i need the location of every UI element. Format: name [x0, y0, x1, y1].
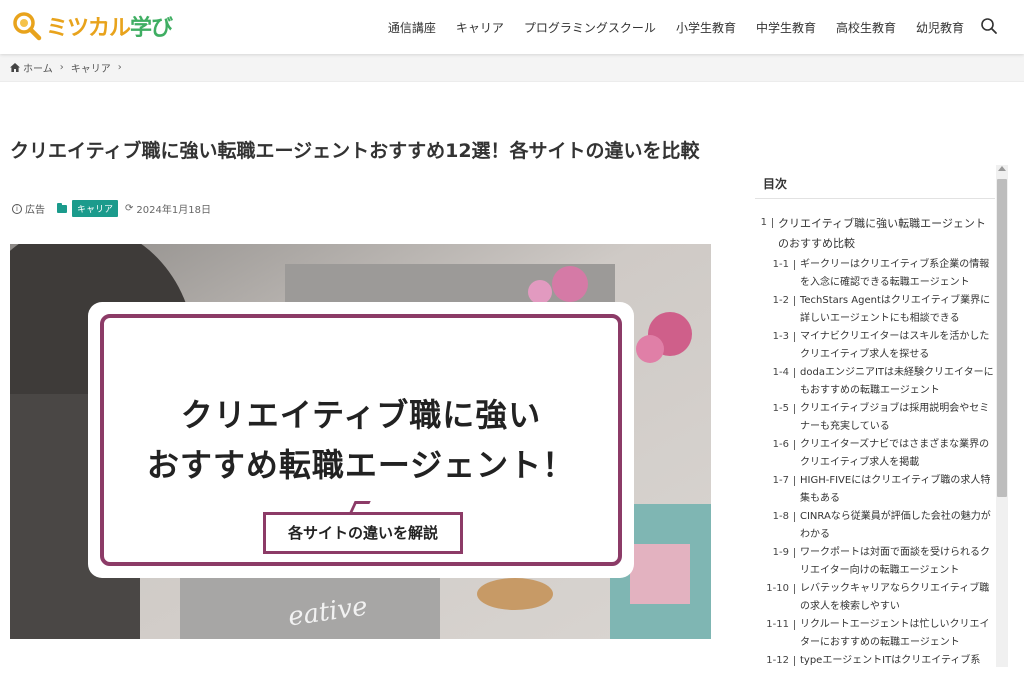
ad-label: i 広告 — [12, 201, 45, 216]
folder-icon — [57, 202, 67, 213]
toc-item[interactable]: 1-7 HIGH-FIVEにはクリエイティブ職の求人特集もある — [755, 472, 996, 508]
logo-text-mitsukaru: ミツカル — [46, 16, 131, 41]
hero-card: クリエイティブ職に強い おすすめ転職エージェント！ 各サイトの違いを解説 — [88, 302, 634, 578]
hero-speech-bubble: 各サイトの違いを解説 — [263, 512, 463, 554]
toc-item[interactable]: 1-10 レバテックキャリアならクリエイティブ職の求人を検索しやすい — [755, 580, 996, 616]
toc-item[interactable]: 1-12 typeエージェントITはクリエイティブ系 — [755, 652, 996, 670]
toc-header: 目次 — [755, 165, 995, 199]
table-of-contents: 目次 1 クリエイティブ職に強い転職エージェントのおすすめ比較 1-1 ギークリ… — [755, 165, 1008, 675]
toc-item[interactable]: 1-6 クリエイターズナビではさまざまな業界のクリエイティブ求人を掲載 — [755, 436, 996, 472]
breadcrumb-category[interactable]: キャリア — [71, 60, 111, 75]
toc-item[interactable]: 1-5 クリエイティブジョブは採用説明会やセミナーも充実している — [755, 400, 996, 436]
nav-item-programming-school[interactable]: プログラミングスクール — [524, 19, 656, 36]
magnifier-logo-icon — [10, 9, 44, 43]
site-header: ミツカル 学び 通信講座 キャリア プログラミングスクール 小学生教育 中学生教… — [0, 0, 1024, 54]
nav-item-high-school[interactable]: 高校生教育 — [836, 19, 896, 36]
toc-item[interactable]: 1-1 ギークリーはクリエイティブ系企業の情報を入念に確認できる転職エージェント — [755, 256, 996, 292]
breadcrumb-home[interactable]: ホーム — [10, 60, 53, 75]
hero-image: eative クリエイティブ職に強い おすすめ転職エージェント！ 各サイトの違い… — [10, 244, 711, 639]
category-badge[interactable]: キャリア — [72, 200, 119, 217]
site-logo[interactable]: ミツカル 学び — [10, 9, 173, 43]
nav-item-career[interactable]: キャリア — [456, 19, 504, 36]
hero-heading-line2: おすすめ転職エージェント！ — [146, 446, 576, 484]
info-icon: i — [12, 203, 22, 214]
toc-item[interactable]: 1-4 dodaエンジニアITは未経験クリエイターにもおすすめの転職エージェント — [755, 364, 996, 400]
article-meta: i 広告 キャリア ⟳ 2024年1月18日 — [12, 200, 211, 217]
toc-title: 目次 — [763, 177, 788, 191]
chevron-right-icon: › — [59, 62, 64, 73]
toc-item[interactable]: 1-3 マイナビクリエイターはスキルを活かしたクリエイティブ求人を探せる — [755, 328, 996, 364]
nav-item-junior-high[interactable]: 中学生教育 — [756, 19, 816, 36]
toc-item[interactable]: 1-11 リクルートエージェントは忙しいクリエイターにおすすめの転職エージェント — [755, 616, 996, 652]
toc-scroll-thumb[interactable] — [997, 179, 1007, 497]
toc-item[interactable]: 1-9 ワークポートは対面で面談を受けられるクリエイター向けの転職エージェント — [755, 544, 996, 580]
toc-item[interactable]: 1 クリエイティブ職に強い転職エージェントのおすすめ比較 — [755, 214, 996, 254]
main-nav: 通信講座 キャリア プログラミングスクール 小学生教育 中学生教育 高校生教育 … — [368, 0, 964, 54]
breadcrumb: ホーム › キャリア › — [0, 54, 1024, 82]
nav-item-correspondence[interactable]: 通信講座 — [388, 19, 436, 36]
refresh-icon: ⟳ — [125, 203, 134, 214]
chevron-right-icon: › — [117, 62, 122, 73]
nav-item-preschool[interactable]: 幼児教育 — [916, 19, 964, 36]
toc-item[interactable]: 1-8 CINRAなら従業員が評価した会社の魅力がわかる — [755, 508, 996, 544]
breadcrumb-home-label: ホーム — [23, 64, 53, 75]
home-icon — [10, 63, 20, 72]
page-title: クリエイティブ職に強い転職エージェントおすすめ12選！各サイトの違いを比較 — [10, 140, 700, 162]
scroll-up-arrow-icon[interactable] — [998, 166, 1006, 171]
toc-item[interactable]: 1-2 TechStars Agentはクリエイティブ業界に詳しいエージェントに… — [755, 292, 996, 328]
nav-item-elementary[interactable]: 小学生教育 — [676, 19, 736, 36]
search-icon[interactable] — [980, 17, 998, 35]
hero-heading-line1: クリエイティブ職に強い — [180, 396, 542, 434]
logo-text-manabi: 学び — [130, 16, 173, 41]
updated-date: 2024年1月18日 — [136, 205, 211, 216]
ad-label-text: 広告 — [25, 205, 45, 216]
toc-list: 1 クリエイティブ職に強い転職エージェントのおすすめ比較 1-1 ギークリーはク… — [755, 214, 996, 670]
toc-scrollbar[interactable] — [996, 165, 1008, 667]
